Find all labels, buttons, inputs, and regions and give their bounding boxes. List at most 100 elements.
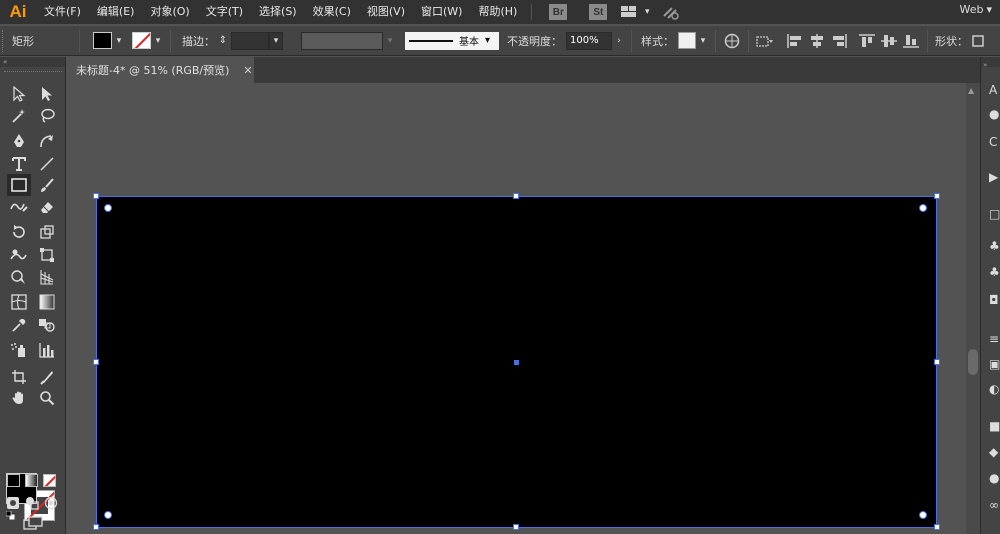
- bounding-box-handle-top-right[interactable]: [934, 193, 940, 199]
- align-horizontal-center-icon[interactable]: [806, 30, 828, 52]
- eyedropper-tool[interactable]: [7, 314, 31, 336]
- eraser-tool[interactable]: [35, 196, 59, 218]
- perspective-grid-tool[interactable]: [35, 266, 59, 288]
- curvature-tool[interactable]: [35, 130, 59, 152]
- stroke-weight-input[interactable]: [231, 31, 269, 50]
- opacity-label[interactable]: 不透明度：: [507, 33, 562, 49]
- menu-object[interactable]: 对象(O): [142, 0, 197, 24]
- bounding-box-handle-top[interactable]: [513, 193, 519, 199]
- gradient-tool[interactable]: [35, 291, 59, 313]
- bounding-box-handle-bottom-right[interactable]: [934, 524, 940, 530]
- rectangle-tool[interactable]: [7, 174, 31, 196]
- bounding-box-handle-left[interactable]: [93, 359, 99, 365]
- brush-definition[interactable]: 基本 ▾: [405, 31, 499, 50]
- bounding-box-handle-top-left[interactable]: [93, 193, 99, 199]
- none-button[interactable]: [43, 474, 56, 487]
- stroke-panel-icon[interactable]: ≡: [989, 333, 1000, 345]
- menu-view[interactable]: 视图(V): [359, 0, 413, 24]
- recolor-artwork-icon[interactable]: [721, 30, 743, 52]
- fill-swatch[interactable]: [93, 32, 112, 49]
- align-vertical-center-icon[interactable]: [878, 30, 900, 52]
- type-tool[interactable]: [7, 153, 31, 175]
- menu-edit[interactable]: 编辑(E): [89, 0, 143, 24]
- stroke-weight-chevron-icon[interactable]: ▾: [269, 31, 283, 50]
- opacity-arrow-icon[interactable]: ›: [612, 32, 626, 49]
- variable-width-profile[interactable]: [301, 31, 383, 50]
- align-top-icon[interactable]: [856, 30, 878, 52]
- symbol-sprayer-tool[interactable]: [7, 339, 31, 361]
- corner-widget-bottom-right[interactable]: [919, 511, 927, 519]
- align-bottom-icon[interactable]: [900, 30, 922, 52]
- slice-tool[interactable]: [35, 366, 59, 388]
- stock-button[interactable]: St: [589, 4, 608, 20]
- actions-panel-icon[interactable]: ▶: [989, 171, 1000, 183]
- arrange-documents-icon[interactable]: [618, 1, 640, 23]
- rotate-tool[interactable]: [7, 221, 31, 243]
- column-graph-tool[interactable]: [35, 339, 59, 361]
- layers-panel-icon[interactable]: ◆: [989, 446, 1000, 458]
- warp-tool[interactable]: [7, 244, 31, 266]
- shape-properties-icon[interactable]: [968, 30, 988, 52]
- corner-widget-top-left[interactable]: [104, 204, 112, 212]
- align-to-icon[interactable]: [754, 30, 776, 52]
- draw-inside-icon[interactable]: [41, 492, 61, 514]
- line-segment-tool[interactable]: [35, 153, 59, 175]
- canvas-area[interactable]: [66, 83, 966, 534]
- gpu-performance-icon[interactable]: [660, 1, 682, 23]
- menu-file[interactable]: 文件(F): [36, 0, 89, 24]
- panel-grip[interactable]: [4, 71, 62, 73]
- pen-tool[interactable]: [7, 130, 31, 152]
- scale-tool[interactable]: [35, 221, 59, 243]
- tools-panel-collapse[interactable]: «: [0, 57, 65, 67]
- fill-dropdown-chevron-icon[interactable]: ▾: [112, 32, 126, 49]
- menu-help[interactable]: 帮助(H): [470, 0, 525, 24]
- close-icon[interactable]: ✕: [243, 64, 252, 77]
- direct-selection-tool[interactable]: [35, 83, 59, 105]
- transparency-panel-icon[interactable]: ◐: [989, 383, 1000, 395]
- stroke-weight-stepper-icon[interactable]: ⇕: [215, 32, 231, 49]
- menu-effect[interactable]: 效果(C): [305, 0, 359, 24]
- gradient-button[interactable]: [25, 474, 38, 487]
- change-screen-mode-icon[interactable]: [20, 512, 46, 534]
- mesh-tool[interactable]: [7, 291, 31, 313]
- lasso-tool[interactable]: [35, 105, 59, 127]
- chevron-down-icon[interactable]: ▾: [640, 4, 654, 21]
- links-panel-icon[interactable]: ∞: [989, 499, 1000, 511]
- selection-tool[interactable]: [7, 83, 31, 105]
- color-button[interactable]: [7, 474, 20, 487]
- workspace-switcher[interactable]: Web ▾: [959, 0, 992, 24]
- zoom-tool[interactable]: [35, 387, 59, 409]
- artboard-tool[interactable]: [7, 366, 31, 388]
- stroke-dropdown-chevron-icon[interactable]: ▾: [151, 32, 165, 49]
- free-transform-tool[interactable]: [35, 244, 59, 266]
- hand-tool[interactable]: [7, 387, 31, 409]
- artboards-panel-icon[interactable]: ●: [989, 472, 1000, 484]
- blend-tool[interactable]: [35, 314, 59, 336]
- draw-behind-icon[interactable]: [22, 492, 42, 514]
- gradient-panel-icon[interactable]: ▣: [989, 358, 1000, 370]
- menu-select[interactable]: 选择(S): [251, 0, 305, 24]
- vertical-scrollbar[interactable]: ▲: [966, 83, 980, 534]
- corner-widget-top-right[interactable]: [919, 204, 927, 212]
- stroke-weight-label[interactable]: 描边：: [182, 33, 215, 49]
- align-right-icon[interactable]: [828, 30, 850, 52]
- scroll-up-icon[interactable]: ▲: [968, 86, 974, 95]
- corner-widget-bottom-left[interactable]: [104, 511, 112, 519]
- bounding-box-handle-bottom-left[interactable]: [93, 524, 99, 530]
- menu-window[interactable]: 窗口(W): [413, 0, 470, 24]
- shape-properties-label[interactable]: 形状：: [935, 33, 968, 49]
- stroke-swatch[interactable]: [132, 32, 151, 49]
- symbols-panel-icon[interactable]: ♣: [989, 240, 1000, 252]
- style-chevron-icon[interactable]: ▾: [696, 32, 710, 49]
- opacity-input[interactable]: 100%: [566, 31, 612, 50]
- character-panel-icon[interactable]: A: [989, 84, 1000, 96]
- paragraph-panel-icon[interactable]: ●: [989, 108, 1000, 120]
- graphic-styles-panel-icon[interactable]: ◘: [989, 294, 1000, 306]
- menu-type[interactable]: 文字(T): [198, 0, 251, 24]
- magic-wand-tool[interactable]: [7, 105, 31, 127]
- paintbrush-tool[interactable]: [35, 174, 59, 196]
- graphic-style-swatch[interactable]: [678, 32, 696, 49]
- bounding-box-handle-bottom[interactable]: [513, 524, 519, 530]
- align-left-icon[interactable]: [784, 30, 806, 52]
- draw-normal-icon[interactable]: [3, 492, 23, 514]
